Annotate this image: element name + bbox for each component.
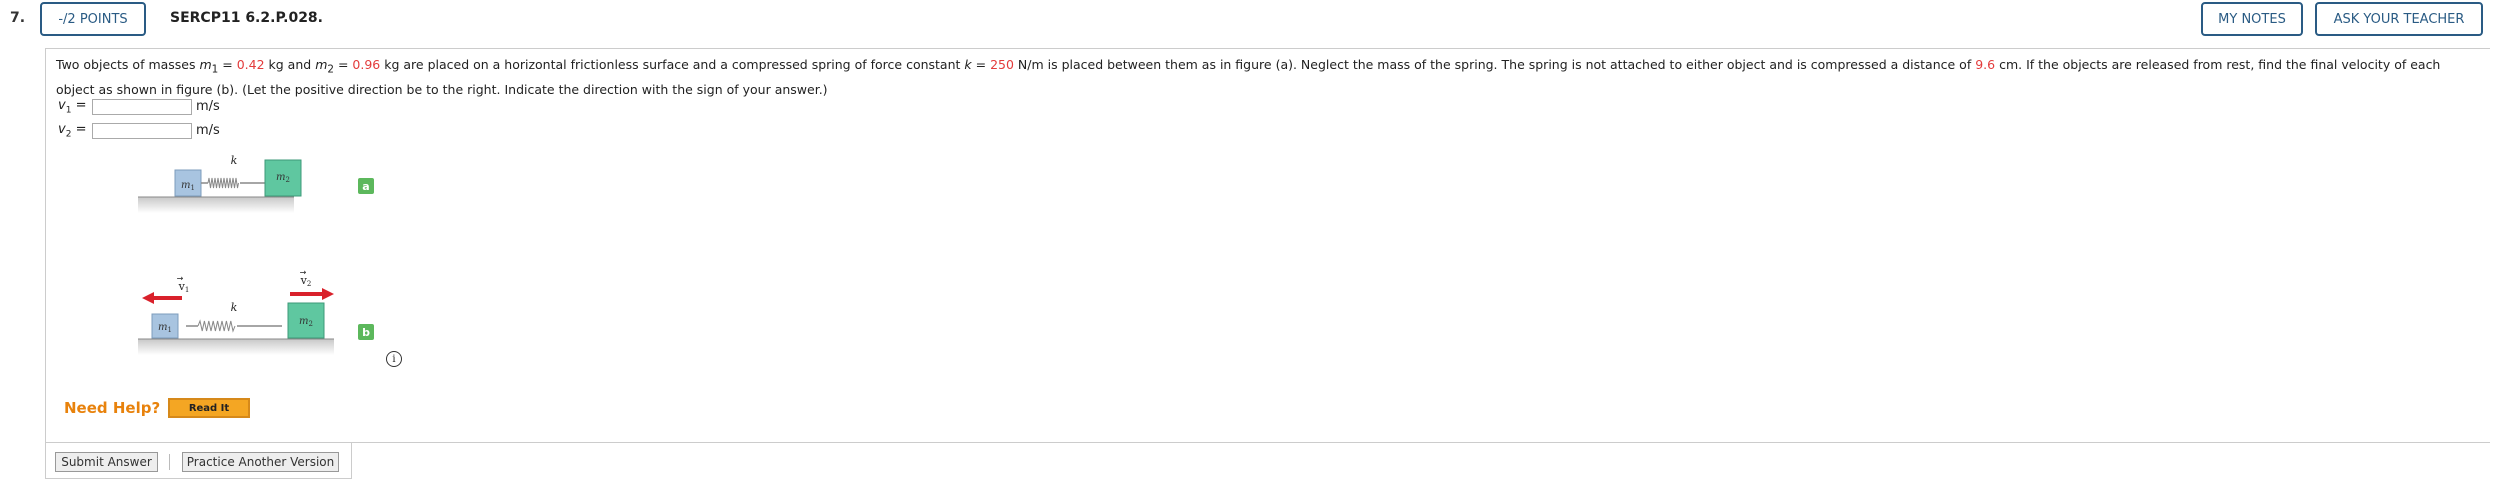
m2-value: 0.96 (352, 57, 381, 72)
figure-b: v1 → v2 → m1 k m2 (138, 268, 334, 355)
v1-label: v1 = (58, 98, 87, 116)
figure-a-badge: a (358, 178, 374, 194)
answer-row-v1: v1 = m/s (58, 98, 220, 116)
question-number: 7. (10, 10, 26, 26)
figure-a: m1 k m2 (138, 154, 302, 213)
k-label-b: k (231, 301, 238, 314)
read-it-button[interactable]: Read It (168, 398, 250, 418)
distance-value: 9.6 (1975, 57, 1996, 72)
k-label-a: k (231, 154, 238, 167)
svg-text:→: → (300, 268, 307, 277)
figure-b-badge: b (358, 324, 374, 340)
need-help-label: Need Help? (64, 399, 161, 417)
info-icon[interactable]: i (386, 351, 402, 367)
m1-value: 0.42 (236, 57, 265, 72)
practice-another-version-button[interactable]: Practice Another Version (182, 452, 339, 472)
question-panel (45, 48, 2490, 443)
spring-compressed (207, 177, 239, 189)
v2-input[interactable] (92, 122, 192, 139)
submit-answer-button[interactable]: Submit Answer (55, 452, 158, 472)
k-value: 250 (990, 57, 1014, 72)
button-separator (169, 454, 170, 470)
surface-b (138, 339, 334, 355)
question-text: Two objects of masses m1 = 0.42 kg and m… (56, 57, 2441, 97)
ask-teacher-button[interactable]: ASK YOUR TEACHER (2315, 2, 2483, 36)
v2-unit: m/s (196, 123, 220, 139)
v2-label: v2 = (58, 122, 87, 140)
v1-input[interactable] (92, 98, 192, 115)
surface-a (138, 197, 294, 213)
question-id: SERCP11 6.2.P.028. (170, 10, 323, 26)
points-button[interactable]: -/2 POINTS (40, 2, 146, 36)
spring-released (197, 319, 236, 333)
svg-text:→: → (177, 274, 184, 283)
answer-row-v2: v2 = m/s (58, 122, 220, 140)
v1-unit: m/s (196, 99, 220, 115)
my-notes-button[interactable]: MY NOTES (2201, 2, 2303, 36)
